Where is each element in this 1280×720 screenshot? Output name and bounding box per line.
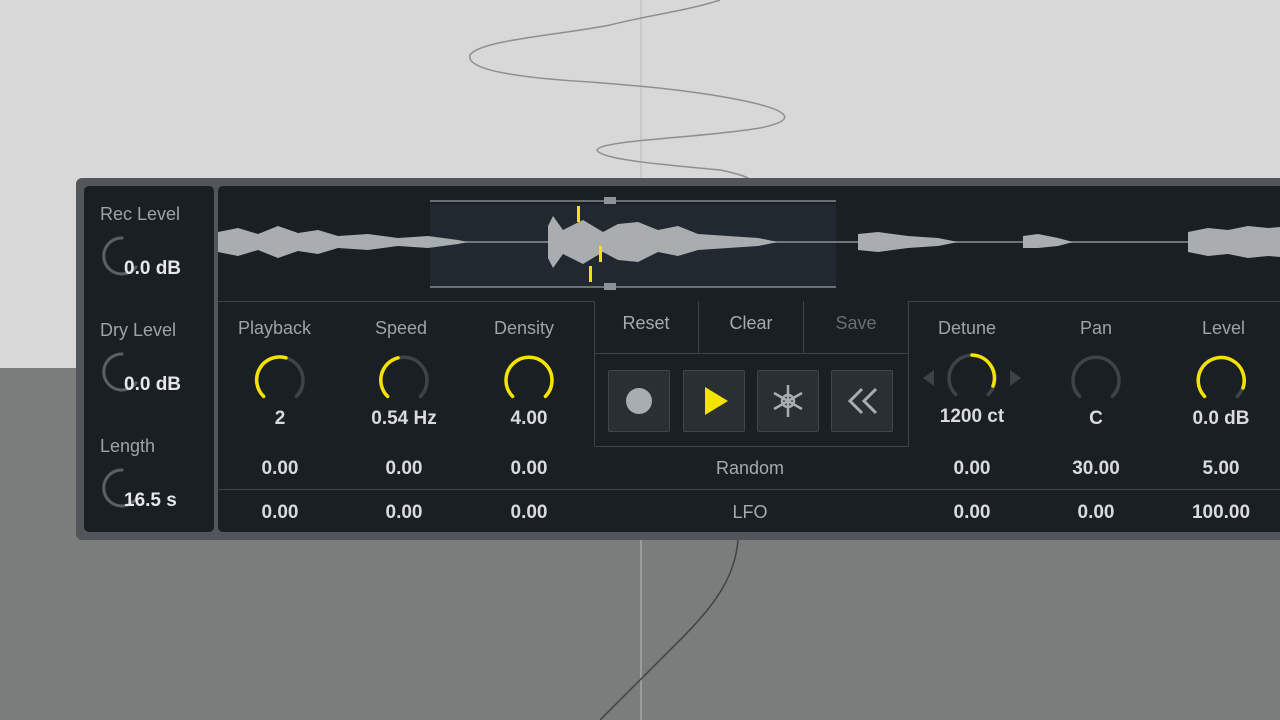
rec-level-value: 0.0 dB [124,258,182,279]
play-button[interactable] [683,370,745,432]
detune-label: Detune [938,318,997,338]
detune-random[interactable]: 0.00 [917,458,1027,480]
dry-level-label: Dry Level [100,320,177,340]
playback-random[interactable]: 0.00 [225,458,335,480]
dry-level-value: 0.0 dB [124,374,182,395]
pan-lfo[interactable]: 0.00 [1041,502,1151,524]
length-label: Length [100,436,156,456]
play-icon [705,387,728,415]
density-random[interactable]: 0.00 [474,458,584,480]
divider [594,446,909,447]
granulator-device: Rec Level 0.0 dB Dry Level 0.0 dB Length… [76,178,1280,540]
speed-value: 0.54 Hz [371,408,437,429]
record-icon [626,388,652,414]
clear-button[interactable]: Clear [699,313,803,334]
detune-value: 1200 ct [939,406,1005,427]
speed-knob[interactable] [374,350,434,410]
detune-left-arrow-icon[interactable] [920,368,936,388]
rewind-button[interactable] [831,370,893,432]
random-row-label: Random [715,458,785,478]
density-knob[interactable] [499,350,559,410]
playback-lfo[interactable]: 0.00 [225,502,335,524]
level-knob[interactable] [1191,350,1251,410]
pan-knob[interactable] [1066,350,1126,410]
density-lfo[interactable]: 0.00 [474,502,584,524]
density-label: Density [494,318,555,338]
divider [594,353,909,354]
density-value: 4.00 [510,408,548,429]
waveform-display[interactable] [218,186,1280,298]
length-value: 16.5 s [124,490,177,511]
level-lfo[interactable]: 100.00 [1166,502,1276,524]
detune-right-arrow-icon[interactable] [1008,368,1024,388]
pan-value: C [1089,408,1103,429]
divider [908,301,909,447]
record-button[interactable] [608,370,670,432]
rewind-icon [847,387,878,415]
level-value: 0.0 dB [1192,408,1250,429]
playback-value: 2 [274,408,286,429]
divider [908,301,1280,302]
speed-random[interactable]: 0.00 [349,458,459,480]
freeze-button[interactable] [757,370,819,432]
detune-lfo[interactable]: 0.00 [917,502,1027,524]
save-button[interactable]: Save [804,313,908,334]
playback-knob[interactable] [250,350,310,410]
divider [218,301,594,302]
reset-button[interactable]: Reset [594,313,698,334]
divider [218,489,1280,490]
main-panel: Playback 2 Speed 0.54 Hz Density 4.00 0.… [218,186,1280,532]
level-random[interactable]: 5.00 [1166,458,1276,480]
playback-label: Playback [238,318,312,338]
snowflake-icon [773,385,803,417]
rec-level-label: Rec Level [100,204,181,224]
left-panel: Rec Level 0.0 dB Dry Level 0.0 dB Length… [84,186,214,532]
speed-lfo[interactable]: 0.00 [349,502,459,524]
level-label: Level [1202,318,1246,338]
pan-label: Pan [1080,318,1113,338]
speed-label: Speed [375,318,428,338]
lfo-row-label: LFO [732,502,768,522]
pan-random[interactable]: 30.00 [1041,458,1151,480]
detune-knob[interactable] [942,348,1002,408]
